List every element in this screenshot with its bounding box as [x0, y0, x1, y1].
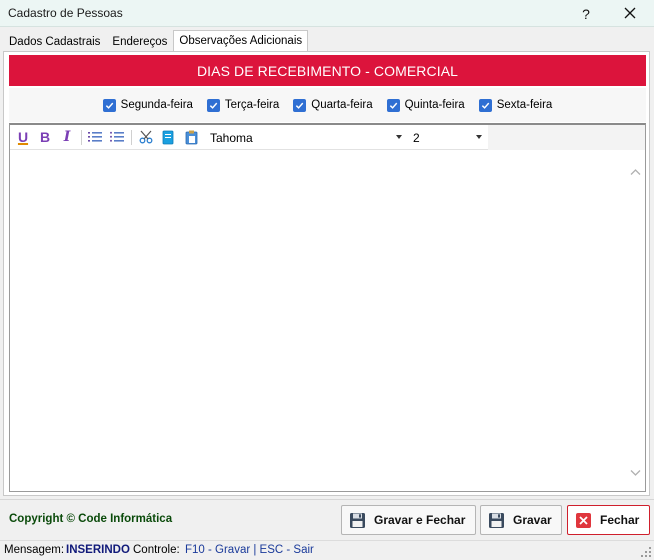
message-label: Mensagem: — [4, 544, 65, 556]
chevron-down-icon — [476, 135, 482, 139]
cut-icon[interactable] — [137, 128, 155, 146]
control-value: F10 - Gravar | ESC - Sair — [185, 544, 314, 556]
toolbar-empty-area — [488, 125, 645, 150]
window-close-button[interactable] — [608, 0, 652, 27]
title-bar: Cadastro de Pessoas ? — [0, 0, 654, 27]
editor-toolbar: U B I Tahoma 2 — [10, 125, 645, 150]
floppy-disk-icon — [489, 512, 504, 528]
checkbox-sexta-feira[interactable]: Sexta-feira — [478, 98, 553, 112]
save-label: Gravar — [513, 513, 552, 527]
underline-icon[interactable]: U — [14, 128, 32, 146]
section-banner: DIAS DE RECEBIMENTO - COMERCIAL — [9, 55, 646, 86]
numbered-list-icon[interactable] — [86, 128, 104, 146]
rich-text-editor: U B I Tahoma 2 — [9, 123, 646, 492]
help-button[interactable]: ? — [564, 0, 608, 27]
close-button[interactable]: Fechar — [567, 505, 650, 535]
help-icon: ? — [582, 5, 590, 22]
checkbox-label: Quarta-feira — [311, 99, 373, 111]
font-size-value: 2 — [413, 130, 420, 145]
message-value: INSERINDO — [66, 544, 130, 556]
scroll-down-icon[interactable] — [630, 467, 641, 478]
toolbar-separator — [81, 130, 82, 145]
checkbox-checked-icon[interactable] — [102, 98, 116, 112]
floppy-disk-icon — [350, 512, 365, 528]
close-label: Fechar — [600, 513, 640, 527]
save-button[interactable]: Gravar — [480, 505, 562, 535]
close-icon — [624, 6, 636, 22]
checkbox-segunda-feira[interactable]: Segunda-feira — [102, 98, 193, 112]
paste-icon[interactable] — [182, 128, 200, 146]
checkbox-label: Sexta-feira — [496, 99, 553, 111]
chevron-down-icon — [396, 135, 402, 139]
bullet-list-icon[interactable] — [108, 128, 126, 146]
control-label: Controle: — [133, 544, 180, 556]
copyright-text: Copyright © Code Informática — [9, 513, 173, 525]
font-size-select[interactable]: 2 — [409, 127, 485, 148]
weekday-checkbox-row: Segunda-feira Terça-feira Quarta-feira Q… — [9, 88, 646, 122]
bold-icon[interactable]: B — [36, 128, 54, 146]
checkbox-label: Terça-feira — [224, 99, 280, 111]
editor-vertical-scrollbar[interactable] — [626, 151, 645, 490]
checkbox-label: Segunda-feira — [120, 99, 193, 111]
tab-enderecos[interactable]: Endereços — [106, 31, 173, 52]
toolbar-separator — [131, 130, 132, 145]
checkbox-quarta-feira[interactable]: Quarta-feira — [293, 98, 373, 112]
resize-grip-icon[interactable] — [640, 546, 652, 558]
close-x-icon — [576, 512, 591, 528]
save-and-close-label: Gravar e Fechar — [374, 513, 466, 527]
status-bar: Mensagem: INSERINDO Controle: F10 - Grav… — [0, 540, 654, 560]
tab-dados-cadastrais[interactable]: Dados Cadastrais — [3, 31, 106, 52]
save-and-close-button[interactable]: Gravar e Fechar — [341, 505, 476, 535]
editor-text-area[interactable] — [10, 151, 626, 490]
checkbox-quinta-feira[interactable]: Quinta-feira — [386, 98, 465, 112]
window-title: Cadastro de Pessoas — [8, 6, 123, 20]
tab-panel-observacoes: DIAS DE RECEBIMENTO - COMERCIAL Segunda-… — [3, 51, 650, 496]
checkbox-terca-feira[interactable]: Terça-feira — [206, 98, 280, 112]
copy-icon[interactable] — [159, 128, 177, 146]
checkbox-checked-icon[interactable] — [293, 98, 307, 112]
font-family-select[interactable]: Tahoma — [207, 127, 405, 148]
tab-strip: Dados Cadastrais Endereços Observações A… — [3, 30, 309, 52]
checkbox-checked-icon[interactable] — [386, 98, 400, 112]
italic-icon[interactable]: I — [58, 128, 76, 146]
checkbox-checked-icon[interactable] — [478, 98, 492, 112]
scroll-up-icon[interactable] — [630, 167, 641, 178]
checkbox-checked-icon[interactable] — [206, 98, 220, 112]
tab-observacoes-adicionais[interactable]: Observações Adicionais — [173, 30, 309, 52]
font-family-value: Tahoma — [210, 130, 253, 145]
checkbox-label: Quinta-feira — [404, 99, 465, 111]
footer-bar: Copyright © Code Informática Gravar e Fe… — [0, 499, 654, 539]
